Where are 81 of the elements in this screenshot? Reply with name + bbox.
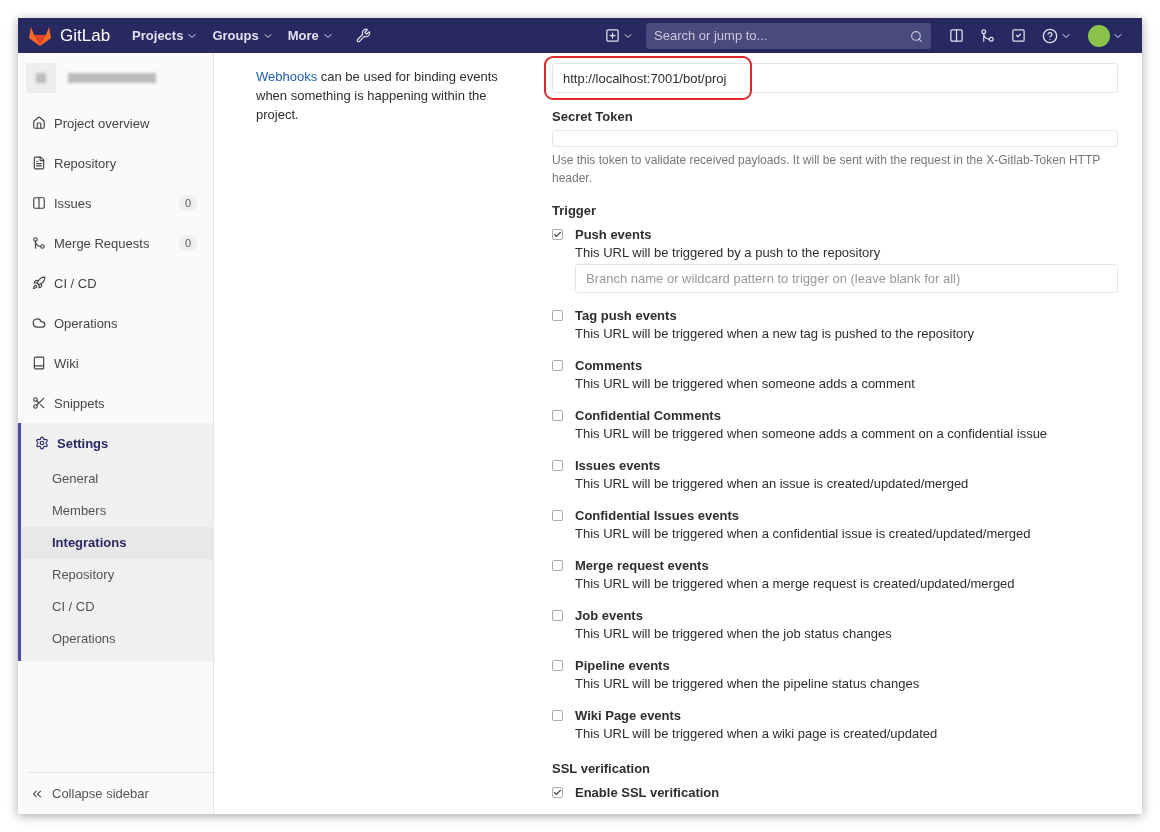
event-description: This URL will be triggered when a confidential issue is created/updated/merged xyxy=(575,525,1032,543)
check-icon xyxy=(553,230,562,239)
sidebar-subitem[interactable]: Integrations xyxy=(21,527,213,559)
field-label: Secret Token xyxy=(552,109,634,124)
event-description: This URL will be triggered when a new tag is pushed to the repository xyxy=(575,325,976,343)
plus-square-icon xyxy=(605,28,620,43)
ssl-option-label: Enable SSL verification xyxy=(575,784,720,802)
checkbox[interactable] xyxy=(552,710,563,721)
sidebar-item[interactable]: CI / CD xyxy=(18,263,213,303)
rocket-icon xyxy=(32,276,46,290)
event-description: This URL will be triggered when someone adds a comment xyxy=(575,375,916,393)
count-badge: 0 xyxy=(178,195,197,211)
sidebar-subitem[interactable]: Operations xyxy=(21,623,213,655)
sidebar-item[interactable]: Settings xyxy=(21,423,213,463)
sidebar-item[interactable]: Snippets xyxy=(18,383,213,423)
checkbox[interactable] xyxy=(552,787,563,798)
event-description: This URL will be triggered when an issue is created/updated/merged xyxy=(575,475,970,493)
project-avatar xyxy=(26,63,56,93)
event-description: This URL will be triggered when someone adds a comment on a confidential issue xyxy=(575,425,1049,443)
sidebar-item[interactable]: Repository xyxy=(18,143,213,183)
check-icon xyxy=(553,788,562,797)
checkbox[interactable] xyxy=(552,510,563,521)
nav-menu[interactable]: Groups xyxy=(212,28,274,43)
sidebar-item[interactable]: Operations xyxy=(18,303,213,343)
event-description: This URL will be triggered when the pipeline status changes xyxy=(575,675,921,693)
event-title: Comments xyxy=(575,357,644,375)
sidebar-subitem[interactable]: Repository xyxy=(21,559,213,591)
event-title: Confidential Comments xyxy=(575,407,722,425)
checkbox[interactable] xyxy=(552,660,563,671)
help-icon xyxy=(1042,27,1058,44)
cloud-icon xyxy=(32,316,46,330)
settings-icon xyxy=(35,436,49,450)
event-title: Job events xyxy=(575,607,644,625)
user-avatar xyxy=(1088,24,1110,47)
help-text: Use this token to validate received payloads. It will be sent with the request in the X-Gitlab-Token HTTP header. xyxy=(552,152,1102,187)
section-label: SSL verification xyxy=(552,761,651,776)
event-description: This URL will be triggered when a merge request is created/updated/merged xyxy=(575,575,1016,593)
event-title: Tag push events xyxy=(575,307,678,325)
checkbox[interactable] xyxy=(552,360,563,371)
event-description: This URL will be triggered by a push to the repository xyxy=(575,244,882,262)
checkbox[interactable] xyxy=(552,410,563,421)
checkbox[interactable] xyxy=(552,560,563,571)
webhooks-link[interactable]: Webhooks xyxy=(256,69,318,84)
checkbox[interactable] xyxy=(552,229,563,240)
branch-filter-field[interactable]: Branch name or wildcard pattern to trigger on (leave blank for all) xyxy=(575,264,1118,293)
home-icon xyxy=(32,116,46,130)
event-description: This URL will be triggered when the job status changes xyxy=(575,625,893,643)
event-title: Merge request events xyxy=(575,557,710,575)
secret-token-field[interactable] xyxy=(552,130,1118,147)
nav-menu[interactable]: More xyxy=(287,28,334,43)
intro-text: Webhooks can be used for binding events when something is happening within the project. xyxy=(256,68,499,124)
issues-icon xyxy=(32,196,46,210)
sidebar-item[interactable]: Project overview xyxy=(18,103,213,143)
event-title: Confidential Issues events xyxy=(575,507,740,525)
url-field[interactable]: http://localhost:7001/bot/proj xyxy=(552,63,1118,93)
sidebar-item[interactable]: Merge Requests 0 xyxy=(18,223,213,263)
document-icon xyxy=(32,156,46,170)
nav-menu[interactable]: Projects xyxy=(132,28,199,43)
sidebar-subitem[interactable]: CI / CD xyxy=(21,591,213,623)
event-title: Pipeline events xyxy=(575,657,671,675)
event-description: This URL will be triggered when a wiki page is created/updated xyxy=(575,725,939,743)
collapse-sidebar-link[interactable]: Collapse sidebar xyxy=(28,772,213,814)
merge-request-icon xyxy=(32,236,46,250)
checkbox[interactable] xyxy=(552,460,563,471)
checkbox[interactable] xyxy=(552,610,563,621)
sidebar-item[interactable]: Issues 0 xyxy=(18,183,213,223)
event-title: Issues events xyxy=(575,457,662,475)
event-title: Push events xyxy=(575,226,653,244)
section-label: Trigger xyxy=(552,203,598,218)
sidebar-subitem[interactable]: Members xyxy=(21,495,213,527)
sidebar-item[interactable]: Wiki xyxy=(18,343,213,383)
collapse-label: Collapse sidebar xyxy=(52,786,149,801)
count-badge: 0 xyxy=(178,235,197,251)
sidebar-subitem[interactable]: General xyxy=(21,463,213,495)
event-title: Wiki Page events xyxy=(575,707,683,725)
scissors-icon xyxy=(32,396,46,410)
search-icon xyxy=(910,29,923,43)
book-icon xyxy=(32,356,46,370)
brand-name: GitLab xyxy=(60,25,111,46)
checkbox[interactable] xyxy=(552,310,563,321)
search-field[interactable]: Search or jump to... xyxy=(646,22,931,49)
